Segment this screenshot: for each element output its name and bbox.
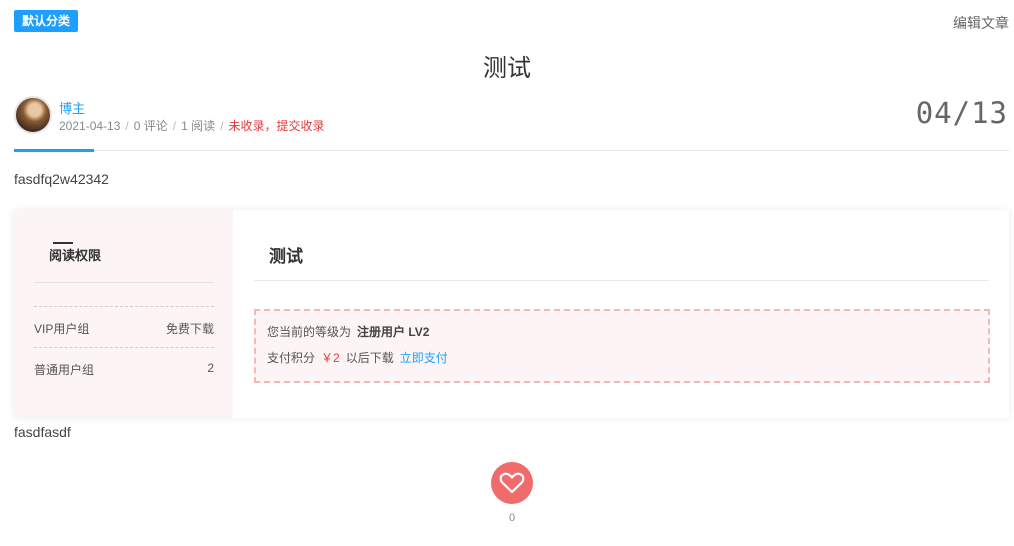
permission-group: VIP用户组 (34, 322, 90, 336)
like-button[interactable] (491, 462, 533, 504)
category-badge[interactable]: 默认分类 (14, 10, 79, 32)
user-level-line: 您当前的等级为 注册用户 LV2 (267, 323, 429, 340)
user-level-value: 注册用户 LV2 (357, 325, 430, 339)
meta-separator: / (172, 119, 177, 133)
date-display: 04/13 (915, 96, 1008, 130)
avatar[interactable] (14, 96, 52, 134)
permission-title-text: 阅读权限 (49, 248, 102, 263)
permission-group: 普通用户组 (34, 363, 95, 377)
divider-accent (14, 149, 94, 152)
permission-value: 2 (207, 361, 214, 375)
content-paragraph: fasdfasdf (14, 424, 71, 440)
download-title: 测试 (269, 247, 303, 266)
permission-row: VIP用户组 免费下载 (34, 320, 214, 337)
meta-separator: / (125, 119, 129, 133)
permission-dashed-divider (34, 347, 214, 348)
after-text: 以后下载 (345, 351, 394, 365)
permission-dashed-divider (34, 306, 214, 307)
read-count: 1 阅读 (181, 119, 216, 133)
download-card: 阅读权限 VIP用户组 免费下载 普通用户组 2 测试 您当前的等级为 注册用户 … (14, 210, 1009, 418)
points-label: 支付积分 (267, 351, 316, 365)
author-name[interactable]: 博主 (59, 98, 85, 117)
submit-index-link[interactable]: 未收录，提交收录 (228, 119, 324, 133)
header-divider (14, 150, 1009, 151)
permission-divider (34, 282, 214, 283)
permission-title: 阅读权限 (49, 242, 102, 264)
post-title: 测试 (483, 55, 531, 82)
pay-now-link[interactable]: 立即支付 (400, 351, 448, 365)
title-bar (53, 242, 73, 244)
like-count: 0 (508, 512, 516, 524)
download-divider (254, 280, 989, 281)
post-date: 2021-04-13 (59, 119, 121, 133)
pay-box: 您当前的等级为 注册用户 LV2 支付积分 ￥2 以后下载 立即支付 (254, 309, 990, 383)
permission-row: 普通用户组 2 (34, 361, 214, 378)
permission-panel: 阅读权限 VIP用户组 免费下载 普通用户组 2 (14, 210, 233, 418)
heart-icon (499, 472, 525, 494)
content-paragraph: fasdfq2w42342 (14, 171, 109, 187)
pay-points-line: 支付积分 ￥2 以后下载 立即支付 (267, 349, 448, 366)
edit-article-link[interactable]: 编辑文章 (953, 13, 1009, 33)
post-meta: 2021-04-13 / 0 评论 / 1 阅读 / 未收录，提交收录 (59, 117, 324, 134)
comment-count[interactable]: 0 评论 (134, 119, 168, 133)
price: ￥2 (321, 351, 340, 365)
user-level-label: 您当前的等级为 (267, 325, 352, 339)
permission-value: 免费下载 (165, 322, 214, 336)
meta-separator: / (220, 119, 224, 133)
